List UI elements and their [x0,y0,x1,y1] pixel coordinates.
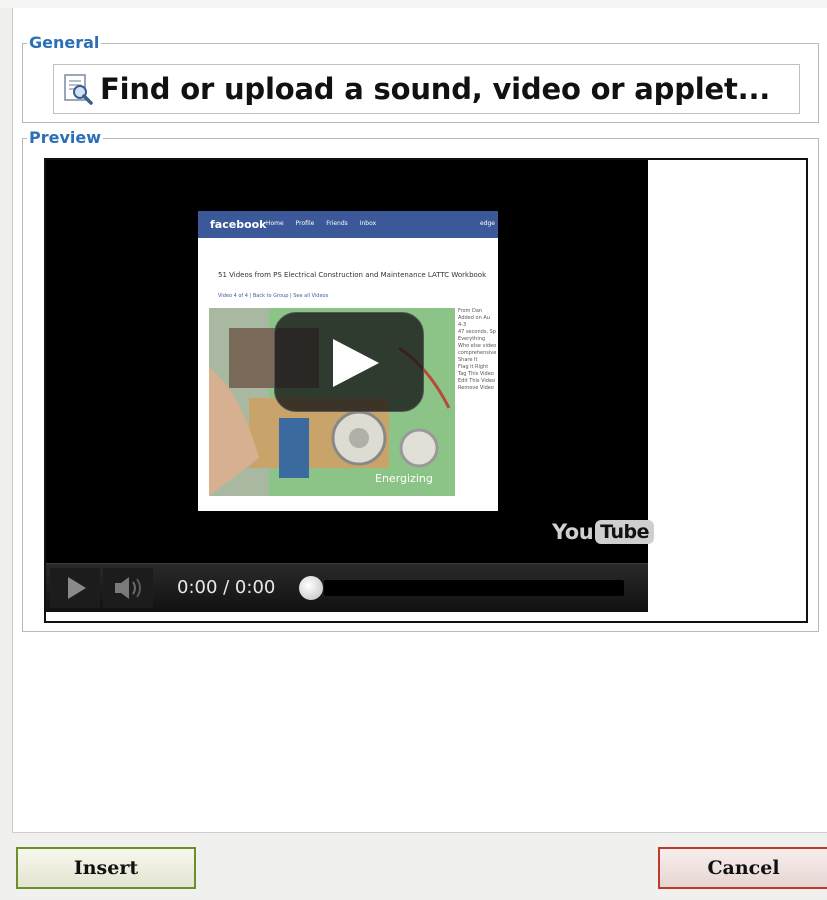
youtube-logo-you: You [552,520,594,544]
side-text-line: comprehensive [458,350,497,356]
media-url-text[interactable]: Find or upload a sound, video or applet.… [100,72,770,106]
side-text-line: Tag This Video [458,371,494,377]
control-volume-button[interactable] [103,568,153,608]
side-text-line: Who else video [458,343,497,349]
preview-legend: Preview [29,128,102,147]
side-text-line: Share It [458,357,478,363]
thumbnail-title: 51 Videos from PS Electrical Constructio… [218,271,487,279]
fb-nav-right: edge [480,220,495,227]
top-strip [0,0,827,8]
time-display: 0:00 / 0:00 [177,577,276,598]
fb-nav-item: Inbox [359,220,377,227]
youtube-logo[interactable]: You Tube [552,520,655,544]
side-text-line: Remove Video [458,385,494,391]
media-url-field[interactable]: Find or upload a sound, video or applet.… [53,64,800,114]
general-legend: General [29,33,100,52]
seek-bar[interactable] [324,580,624,596]
cancel-button[interactable]: Cancel [658,847,827,889]
find-media-icon[interactable] [62,73,94,105]
play-icon[interactable] [50,568,100,608]
fb-nav-item: Home [266,220,284,227]
thumbnail-side-text: From Dan Added on Au 4-3 47 seconds, Sp … [458,308,498,392]
control-play-button[interactable] [50,568,100,608]
side-text-line: 47 seconds, Sp [458,329,496,335]
insert-button[interactable]: Insert [16,847,196,889]
play-icon[interactable] [275,313,423,411]
volume-icon[interactable] [103,568,153,608]
seek-knob[interactable] [299,576,323,600]
side-text-line: Everything [458,336,486,342]
side-text-line: Added on Au [458,315,490,321]
side-text-line: Flag it Right [458,364,489,370]
fb-nav-item: Friends [326,220,348,227]
side-text-line: From Dan [458,308,483,314]
fb-nav-item: Profile [295,220,315,227]
big-play-button[interactable] [274,312,424,412]
side-text-line: Edit This Video [458,378,496,384]
footer-divider [12,832,827,833]
side-text-line: 4-3 [458,322,467,328]
facebook-logo: facebook [210,218,267,231]
thumbnail-caption: Energizing [375,472,433,485]
facebook-header-bar: facebook Home Profile Friends Inbox edge [198,211,498,238]
facebook-nav: Home Profile Friends Inbox [266,220,386,227]
thumbnail-subtitle: Video 4 of 4 | Back to Group | See all V… [218,293,329,299]
player-controls: 0:00 / 0:00 [46,563,648,612]
youtube-logo-tube: Tube [595,520,655,544]
